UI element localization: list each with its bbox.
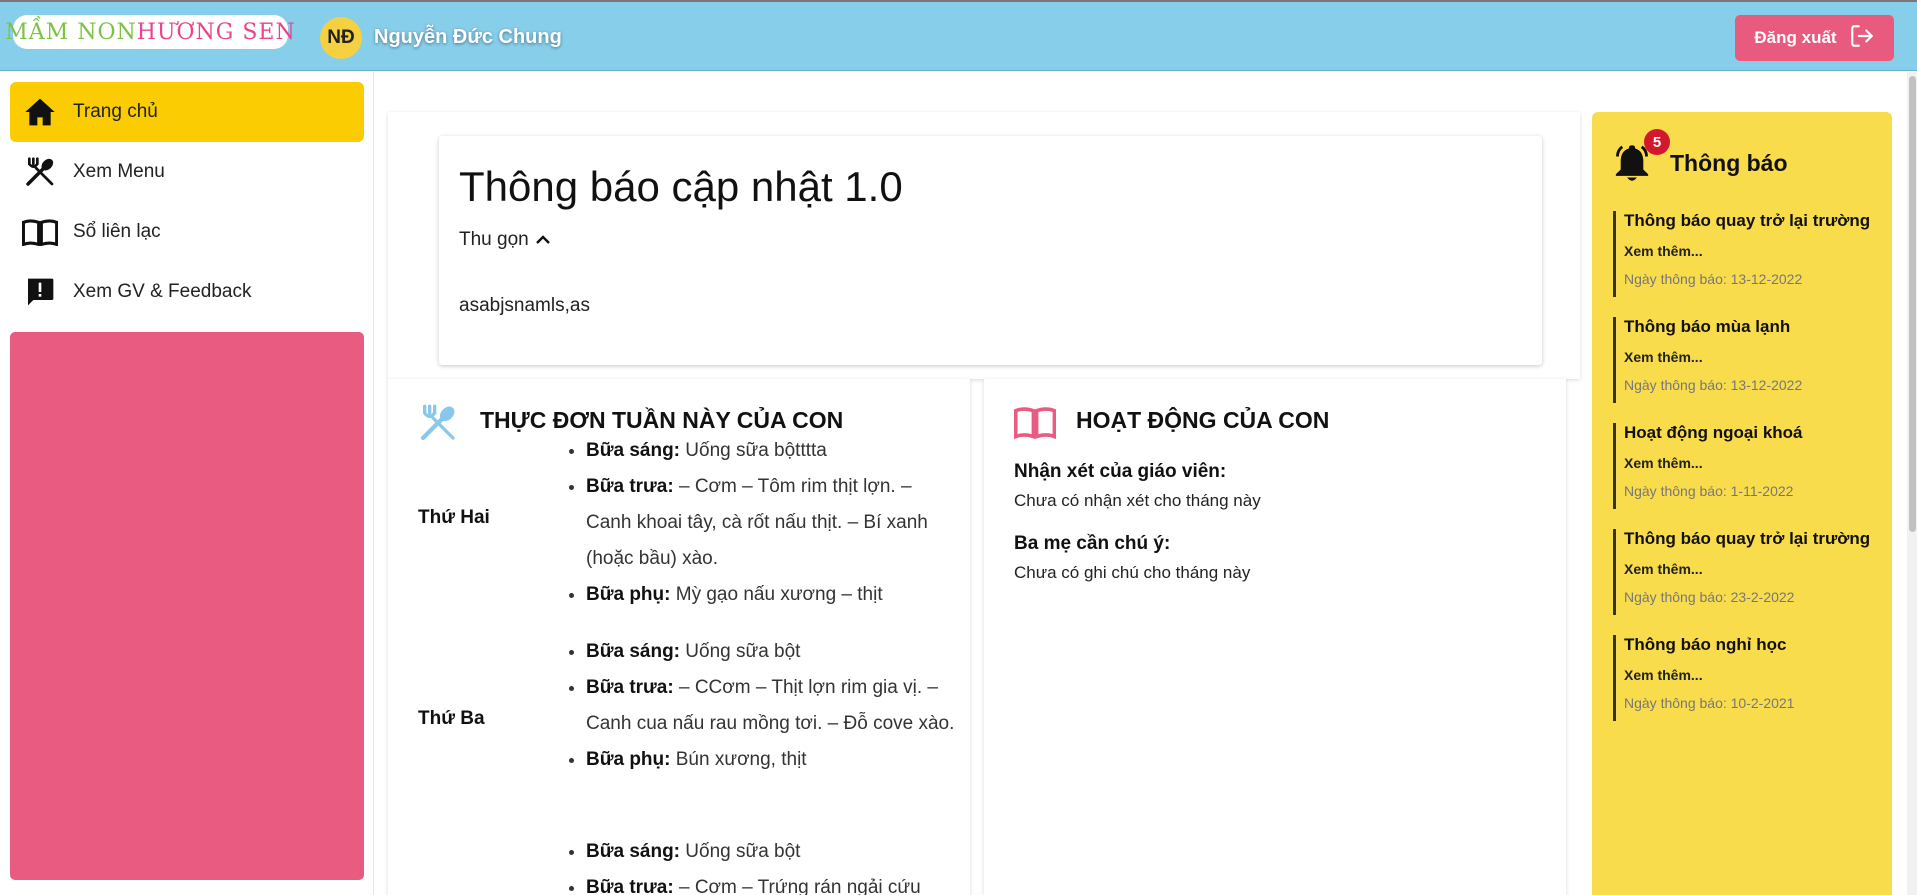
notification-date: Ngày thông báo: 10-2-2021 <box>1624 695 1795 711</box>
logout-label: Đăng xuất <box>1754 28 1837 47</box>
meal-text: Uống sữa bộtttta <box>680 440 827 461</box>
see-more-link[interactable]: Xem thêm... <box>1624 455 1883 471</box>
sidebar-item-label: Sổ liên lạc <box>73 221 161 242</box>
notification-date: Ngày thông báo: 13-12-2022 <box>1624 271 1803 287</box>
logout-button[interactable]: Đăng xuất <box>1735 15 1894 61</box>
meal-label: Bữa trưa: <box>586 677 674 698</box>
meal-list: Bữa sáng: Uống sữa bộtttta Bữa trưa: – C… <box>586 433 956 613</box>
meal-list: Bữa sáng: Uống sữa bột Bữa trưa: – Cơm –… <box>586 834 956 895</box>
notification-title: Hoạt động ngoại khoá <box>1624 423 1803 442</box>
day-name: Thứ Ba <box>418 708 485 729</box>
logo-text-1: MẦM NON <box>5 19 137 45</box>
meal-text: Uống sữa bột <box>680 841 801 862</box>
notification-date: Ngày thông báo: 1-11-2022 <box>1624 483 1794 499</box>
meal-text: – Cơm – Trứng rán ngải cứu <box>673 877 921 895</box>
feedback-icon <box>14 276 66 308</box>
notification-title: Thông báo nghỉ học <box>1624 635 1787 654</box>
user-name: Nguyễn Đức Chung <box>374 26 562 48</box>
book-icon <box>14 218 66 246</box>
avatar[interactable]: NĐ <box>320 17 362 59</box>
meal-item: Bữa phụ: Bún xương, thịt <box>586 742 956 778</box>
meal-text: Uống sữa bột <box>680 641 801 662</box>
meal-text: Bún xương, thịt <box>670 749 807 770</box>
notification-title: Thông báo mùa lạnh <box>1624 317 1791 336</box>
sidebar-item-label: Xem Menu <box>73 161 165 182</box>
utensils-icon <box>14 156 66 188</box>
see-more-link[interactable]: Xem thêm... <box>1624 561 1883 577</box>
meal-text: Mỳ gạo nấu xương – thịt <box>670 584 883 605</box>
top-header: MẦM NON HƯƠNG SEN NĐ Nguyễn Đức Chung Đă… <box>0 0 1917 71</box>
weekly-menu-card: THỰC ĐƠN TUẦN NÀY CỦA CON Thứ Hai Bữa sá… <box>388 379 970 895</box>
sidebar-item-menu[interactable]: Xem Menu <box>10 142 364 202</box>
meal-label: Bữa phụ: <box>586 749 671 770</box>
meal-label: Bữa sáng: <box>586 440 680 461</box>
update-title: Thông báo cập nhật 1.0 <box>459 163 903 210</box>
sidebar: Trang chủ Xem Menu Sổ liên lạc Xem GV & … <box>0 72 374 895</box>
notification-item[interactable]: Hoạt động ngoại khoá Xem thêm... Ngày th… <box>1613 423 1883 509</box>
meal-list: Bữa sáng: Uống sữa bột Bữa trưa: – CCơm … <box>586 634 956 778</box>
logo-text-2: HƯƠNG SEN <box>136 19 296 45</box>
notification-title: Thông báo quay trở lại trường <box>1624 529 1871 548</box>
meal-label: Bữa trưa: <box>586 476 674 497</box>
meal-item: Bữa trưa: – CCơm – Thịt lợn rim gia vị. … <box>586 670 956 742</box>
utensils-icon <box>418 403 458 448</box>
see-more-link[interactable]: Xem thêm... <box>1624 243 1883 259</box>
notification-count-badge: 5 <box>1644 129 1670 155</box>
page-scrollbar-thumb[interactable] <box>1909 76 1916 532</box>
home-icon <box>14 97 66 127</box>
notification-item[interactable]: Thông báo nghỉ học Xem thêm... Ngày thôn… <box>1613 635 1883 721</box>
sidebar-pink-panel <box>10 332 364 880</box>
meal-item: Bữa trưa: – Cơm – Tôm rim thịt lợn. – Ca… <box>586 469 956 577</box>
logout-icon <box>1849 23 1875 54</box>
see-more-link[interactable]: Xem thêm... <box>1624 349 1883 365</box>
meal-item: Bữa sáng: Uống sữa bộtttta <box>586 433 956 469</box>
activity-title: HOẠT ĐỘNG CỦA CON <box>1076 407 1330 433</box>
sidebar-item-home[interactable]: Trang chủ <box>10 82 364 142</box>
update-body: asabjsnamls,as <box>459 295 590 316</box>
meal-item: Bữa sáng: Uống sữa bột <box>586 834 956 870</box>
teacher-comment-label: Nhận xét của giáo viên: <box>1014 461 1227 482</box>
notification-title: Thông báo quay trở lại trường <box>1624 211 1871 230</box>
notification-date: Ngày thông báo: 23-2-2022 <box>1624 589 1795 605</box>
update-card: Thông báo cập nhật 1.0 Thu gọn asabjsnam… <box>439 136 1542 365</box>
sidebar-item-label: Trang chủ <box>73 101 158 122</box>
meal-item: Bữa phụ: Mỳ gạo nấu xương – thịt <box>586 577 956 613</box>
collapse-toggle[interactable]: Thu gọn <box>459 229 551 251</box>
notification-date: Ngày thông báo: 13-12-2022 <box>1624 377 1803 393</box>
meal-label: Bữa trưa: <box>586 877 674 895</box>
see-more-link[interactable]: Xem thêm... <box>1624 667 1883 683</box>
collapse-label: Thu gọn <box>459 229 529 250</box>
day-name: Thứ Hai <box>418 507 490 528</box>
book-icon <box>1013 405 1057 444</box>
meal-label: Bữa sáng: <box>586 641 680 662</box>
activity-card: HOẠT ĐỘNG CỦA CON Nhận xét của giáo viên… <box>984 379 1566 895</box>
notification-item[interactable]: Thông báo quay trở lại trường Xem thêm..… <box>1613 529 1883 615</box>
meal-label: Bữa phụ: <box>586 584 671 605</box>
meal-item: Bữa trưa: – Cơm – Trứng rán ngải cứu <box>586 870 956 895</box>
notification-item[interactable]: Thông báo mùa lạnh Xem thêm... Ngày thôn… <box>1613 317 1883 403</box>
parent-note-value: Chưa có ghi chú cho tháng này <box>1014 563 1251 582</box>
teacher-comment-value: Chưa có nhận xét cho tháng này <box>1014 491 1261 510</box>
notifications-panel: 5 Thông báo Thông báo quay trở lại trườn… <box>1592 112 1892 895</box>
notifications-title: Thông báo <box>1670 150 1788 176</box>
meal-label: Bữa sáng: <box>586 841 680 862</box>
notification-item[interactable]: Thông báo quay trở lại trường Xem thêm..… <box>1613 211 1883 297</box>
sidebar-item-label: Xem GV & Feedback <box>73 281 252 302</box>
parent-note-label: Ba mẹ cần chú ý: <box>1014 533 1171 554</box>
weekly-menu-title: THỰC ĐƠN TUẦN NÀY CỦA CON <box>480 407 844 433</box>
sidebar-item-feedback[interactable]: Xem GV & Feedback <box>10 262 364 322</box>
update-section: Thông báo cập nhật 1.0 Thu gọn asabjsnam… <box>388 112 1580 379</box>
meal-item: Bữa sáng: Uống sữa bột <box>586 634 956 670</box>
chevron-up-icon <box>535 229 551 251</box>
school-logo[interactable]: MẦM NON HƯƠNG SEN <box>5 15 295 49</box>
sidebar-item-contact-book[interactable]: Sổ liên lạc <box>10 202 364 262</box>
